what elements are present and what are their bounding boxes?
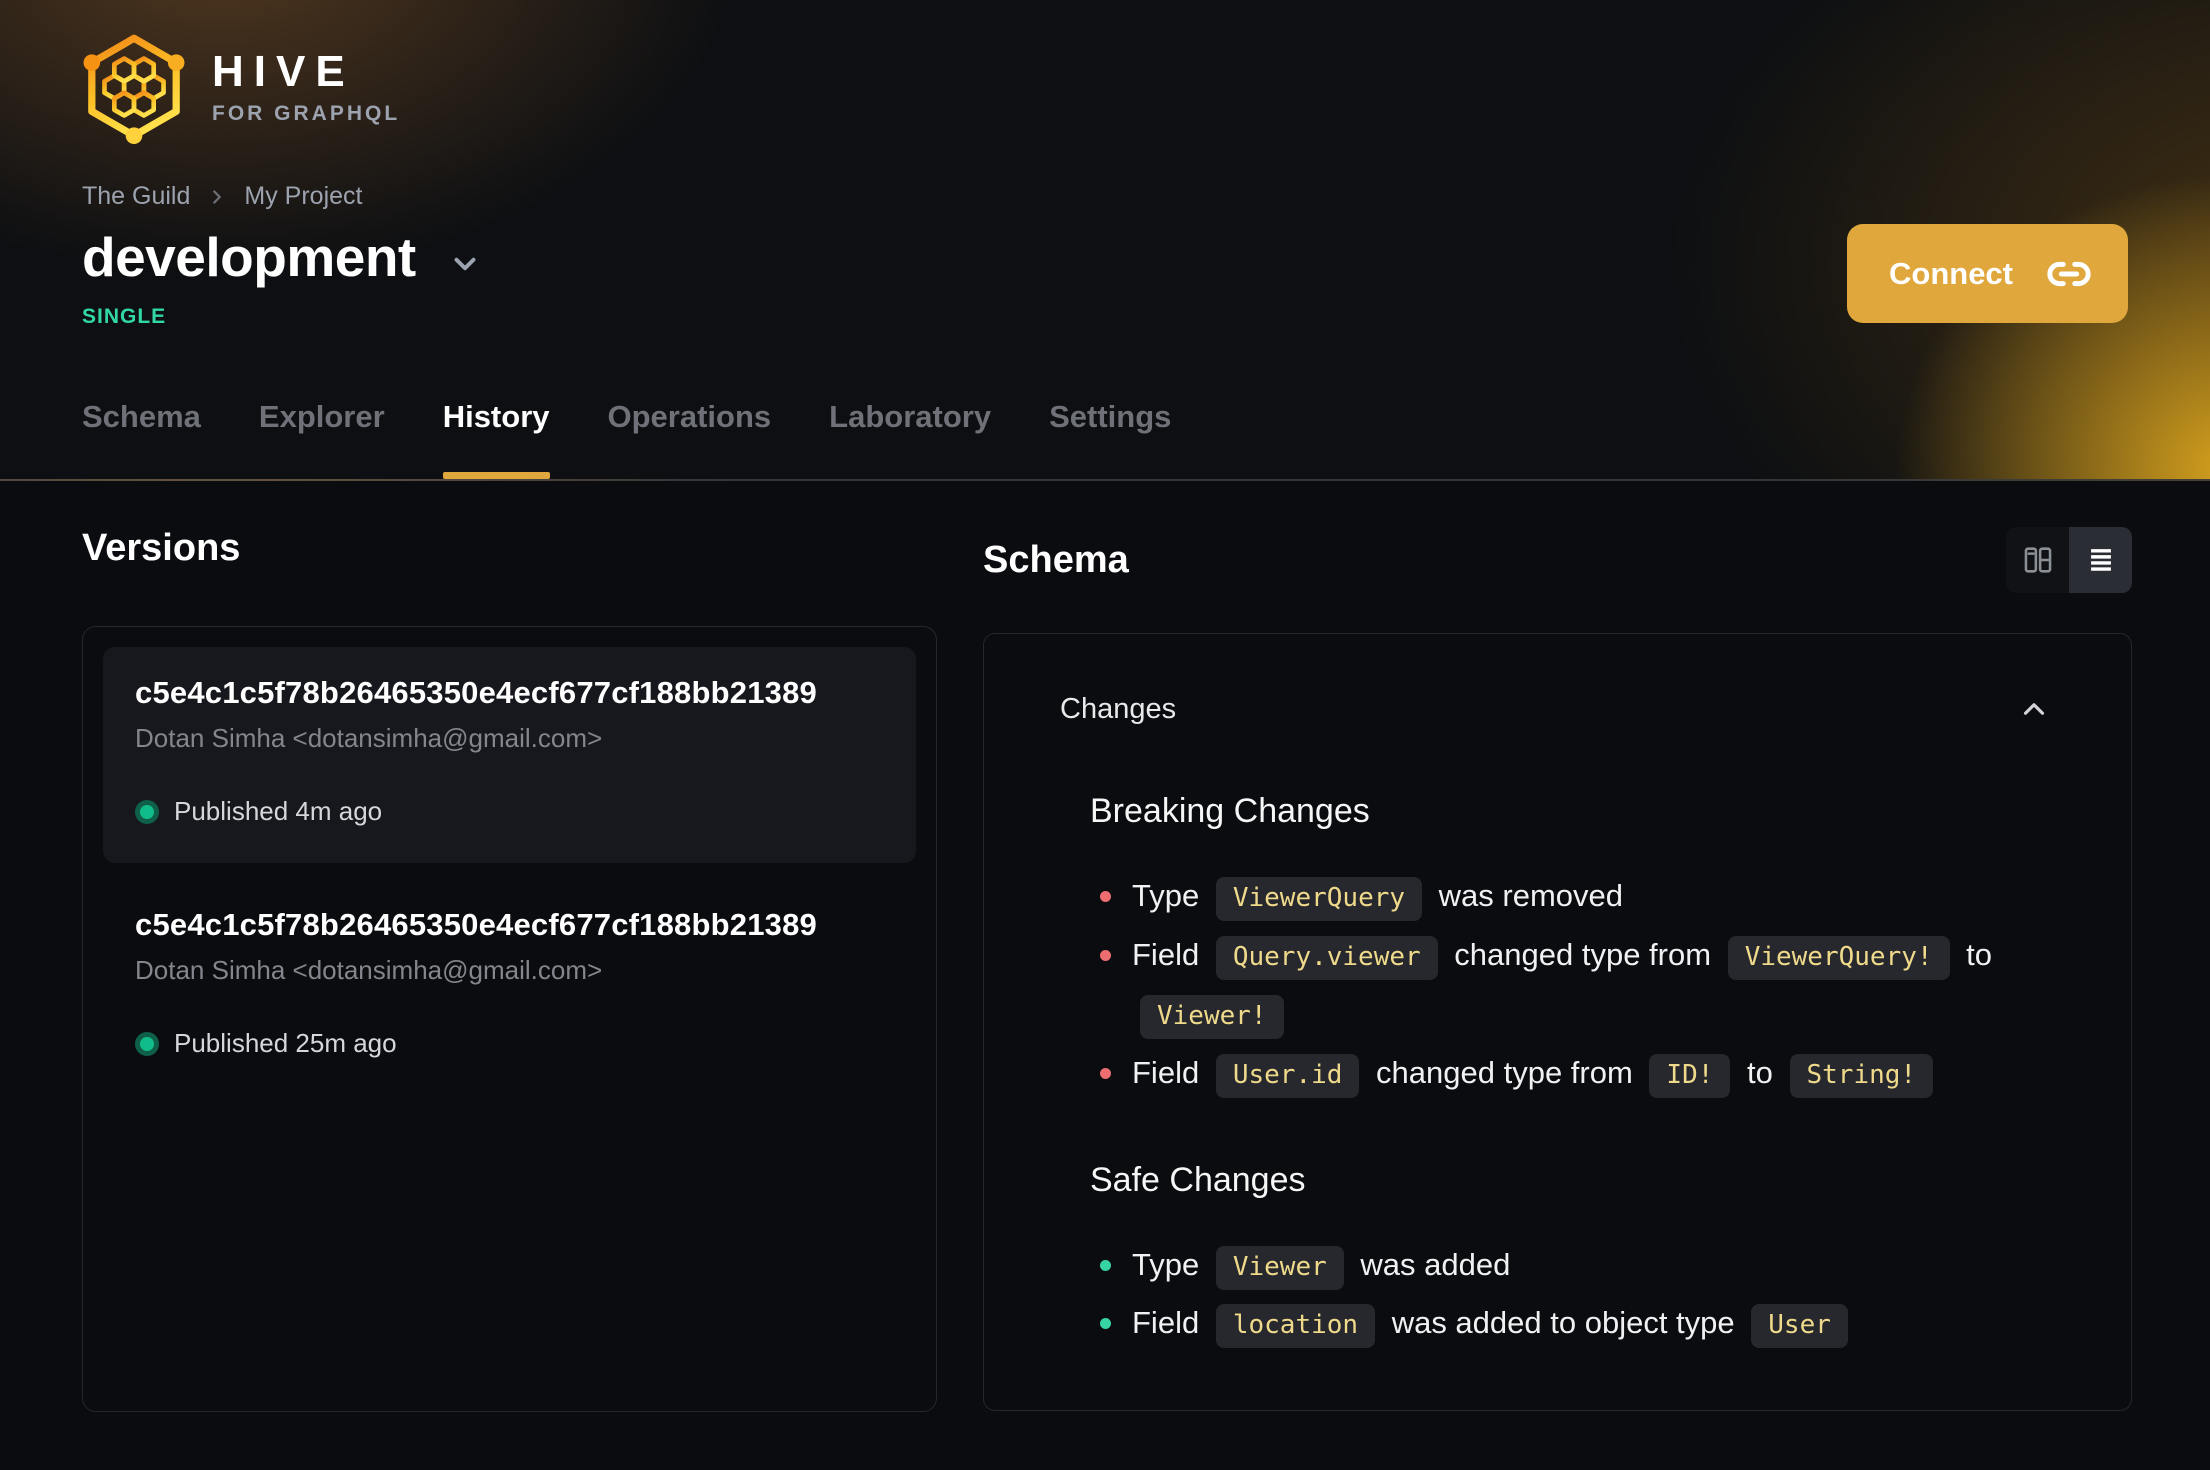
change-text: Field xyxy=(1132,1305,1200,1341)
change-text: changed type from xyxy=(1376,1054,1633,1090)
tab-laboratory[interactable]: Laboratory xyxy=(829,399,991,479)
change-item: Field Query.viewer changed type from Vie… xyxy=(1100,926,2051,1044)
version-card[interactable]: c5e4c1c5f78b26465350e4ecf677cf188bb21389… xyxy=(103,647,916,863)
version-author: Dotan Simha <dotansimha@gmail.com> xyxy=(135,955,603,985)
connect-button-label: Connect xyxy=(1889,255,2013,291)
chevron-up-icon xyxy=(2023,703,2045,715)
view-toggle xyxy=(2006,527,2132,593)
code-chip: ViewerQuery! xyxy=(1727,935,1950,980)
diff-view-button[interactable] xyxy=(2006,527,2069,593)
brand: HIVE FOR GRAPHQL xyxy=(82,30,2132,144)
tab-schema[interactable]: Schema xyxy=(82,399,201,479)
version-status: Published 25m ago xyxy=(174,1028,397,1058)
section-title: Breaking Changes xyxy=(1090,792,1370,830)
change-item: Field location was added to object type … xyxy=(1100,1294,2051,1353)
page-title: development xyxy=(82,226,416,288)
list-view-icon xyxy=(2090,549,2111,571)
section-title: Safe Changes xyxy=(1090,1160,1306,1199)
code-chip: User.id xyxy=(1215,1053,1360,1098)
page-header: HIVE FOR GRAPHQL The Guild My Project de… xyxy=(0,0,2210,481)
hive-logo-icon xyxy=(83,34,185,144)
schema-title: Schema xyxy=(983,538,1129,581)
code-chip: Viewer! xyxy=(1140,994,1284,1039)
published-dot xyxy=(135,799,159,824)
target-type-badge: SINGLE xyxy=(82,305,167,328)
version-card[interactable]: c5e4c1c5f78b26465350e4ecf677cf188bb21389… xyxy=(103,879,916,1095)
versions-column: Versions c5e4c1c5f78b26465350e4ecf677cf1… xyxy=(82,527,937,1412)
version-hash: c5e4c1c5f78b26465350e4ecf677cf188bb21389 xyxy=(135,907,817,942)
change-text: to xyxy=(1966,936,1993,972)
change-list: Type ViewerQuery was removed Field Query… xyxy=(1090,867,2051,1103)
brand-tagline: FOR GRAPHQL xyxy=(212,102,401,125)
version-status-row: Published 4m ago xyxy=(135,796,884,827)
changes-collapse-header[interactable]: Changes xyxy=(1060,692,2051,726)
code-chip: location xyxy=(1215,1304,1376,1349)
published-dot xyxy=(135,1031,159,1056)
change-list: Type Viewer was added Field location was… xyxy=(1090,1236,2051,1354)
brand-title: HIVE xyxy=(212,47,355,96)
change-text: was added xyxy=(1360,1246,1511,1282)
tab-operations[interactable]: Operations xyxy=(608,399,772,479)
code-chip: String! xyxy=(1789,1053,1934,1098)
changes-body: Breaking Changes Type ViewerQuery was rem… xyxy=(1060,792,2051,1353)
change-text: changed type from xyxy=(1454,936,1712,972)
change-text: Field xyxy=(1132,1054,1200,1090)
tabs: Schema Explorer History Operations Laborator… xyxy=(82,399,1171,479)
list-view-button[interactable] xyxy=(2069,527,2132,593)
code-chip: ViewerQuery xyxy=(1215,877,1423,921)
breadcrumb-item-project[interactable]: My Project xyxy=(244,182,362,211)
changes-title: Changes xyxy=(1060,692,1177,725)
link-icon xyxy=(2047,261,2091,286)
connect-button[interactable]: Connect xyxy=(1847,224,2128,323)
change-item: Type ViewerQuery was removed xyxy=(1100,867,2051,926)
honeycomb xyxy=(102,56,166,118)
change-text: was added to object type xyxy=(1391,1305,1735,1341)
code-chip: Query.viewer xyxy=(1215,935,1438,980)
tab-explorer[interactable]: Explorer xyxy=(259,399,385,479)
change-text: Field xyxy=(1132,936,1200,972)
code-chip: ID! xyxy=(1649,1053,1731,1098)
change-text: Type xyxy=(1132,1246,1200,1282)
chevron-right-icon xyxy=(213,189,222,204)
main-content: Versions c5e4c1c5f78b26465350e4ecf677cf1… xyxy=(0,481,2210,1412)
tab-history[interactable]: History xyxy=(442,399,550,479)
split-view-icon xyxy=(2024,547,2051,573)
version-hash: c5e4c1c5f78b26465350e4ecf677cf188bb21389 xyxy=(135,675,817,710)
tab-settings[interactable]: Settings xyxy=(1049,399,1171,479)
changes-panel: Changes Breaking Changes Type ViewerQuery… xyxy=(983,633,2132,1411)
target-dropdown-chevron-down-icon[interactable] xyxy=(448,247,482,281)
code-chip: Viewer xyxy=(1215,1245,1344,1290)
schema-column: Schema Changes Breaking Changes Type Vie… xyxy=(983,527,2132,1412)
change-item: Field User.id changed type from ID! to S… xyxy=(1100,1044,2051,1103)
change-text: was removed xyxy=(1438,878,1624,913)
versions-panel: c5e4c1c5f78b26465350e4ecf677cf188bb21389… xyxy=(82,626,937,1412)
breadcrumb: The Guild My Project xyxy=(82,182,2132,211)
version-status: Published 4m ago xyxy=(174,796,383,826)
version-author: Dotan Simha <dotansimha@gmail.com> xyxy=(135,723,603,753)
change-item: Type Viewer was added xyxy=(1100,1236,2051,1295)
code-chip: User xyxy=(1751,1304,1848,1349)
version-status-row: Published 25m ago xyxy=(135,1028,884,1059)
versions-title: Versions xyxy=(82,527,241,569)
breadcrumb-item-org[interactable]: The Guild xyxy=(82,182,190,211)
change-text: to xyxy=(1747,1054,1773,1090)
change-text: Type xyxy=(1132,878,1200,913)
